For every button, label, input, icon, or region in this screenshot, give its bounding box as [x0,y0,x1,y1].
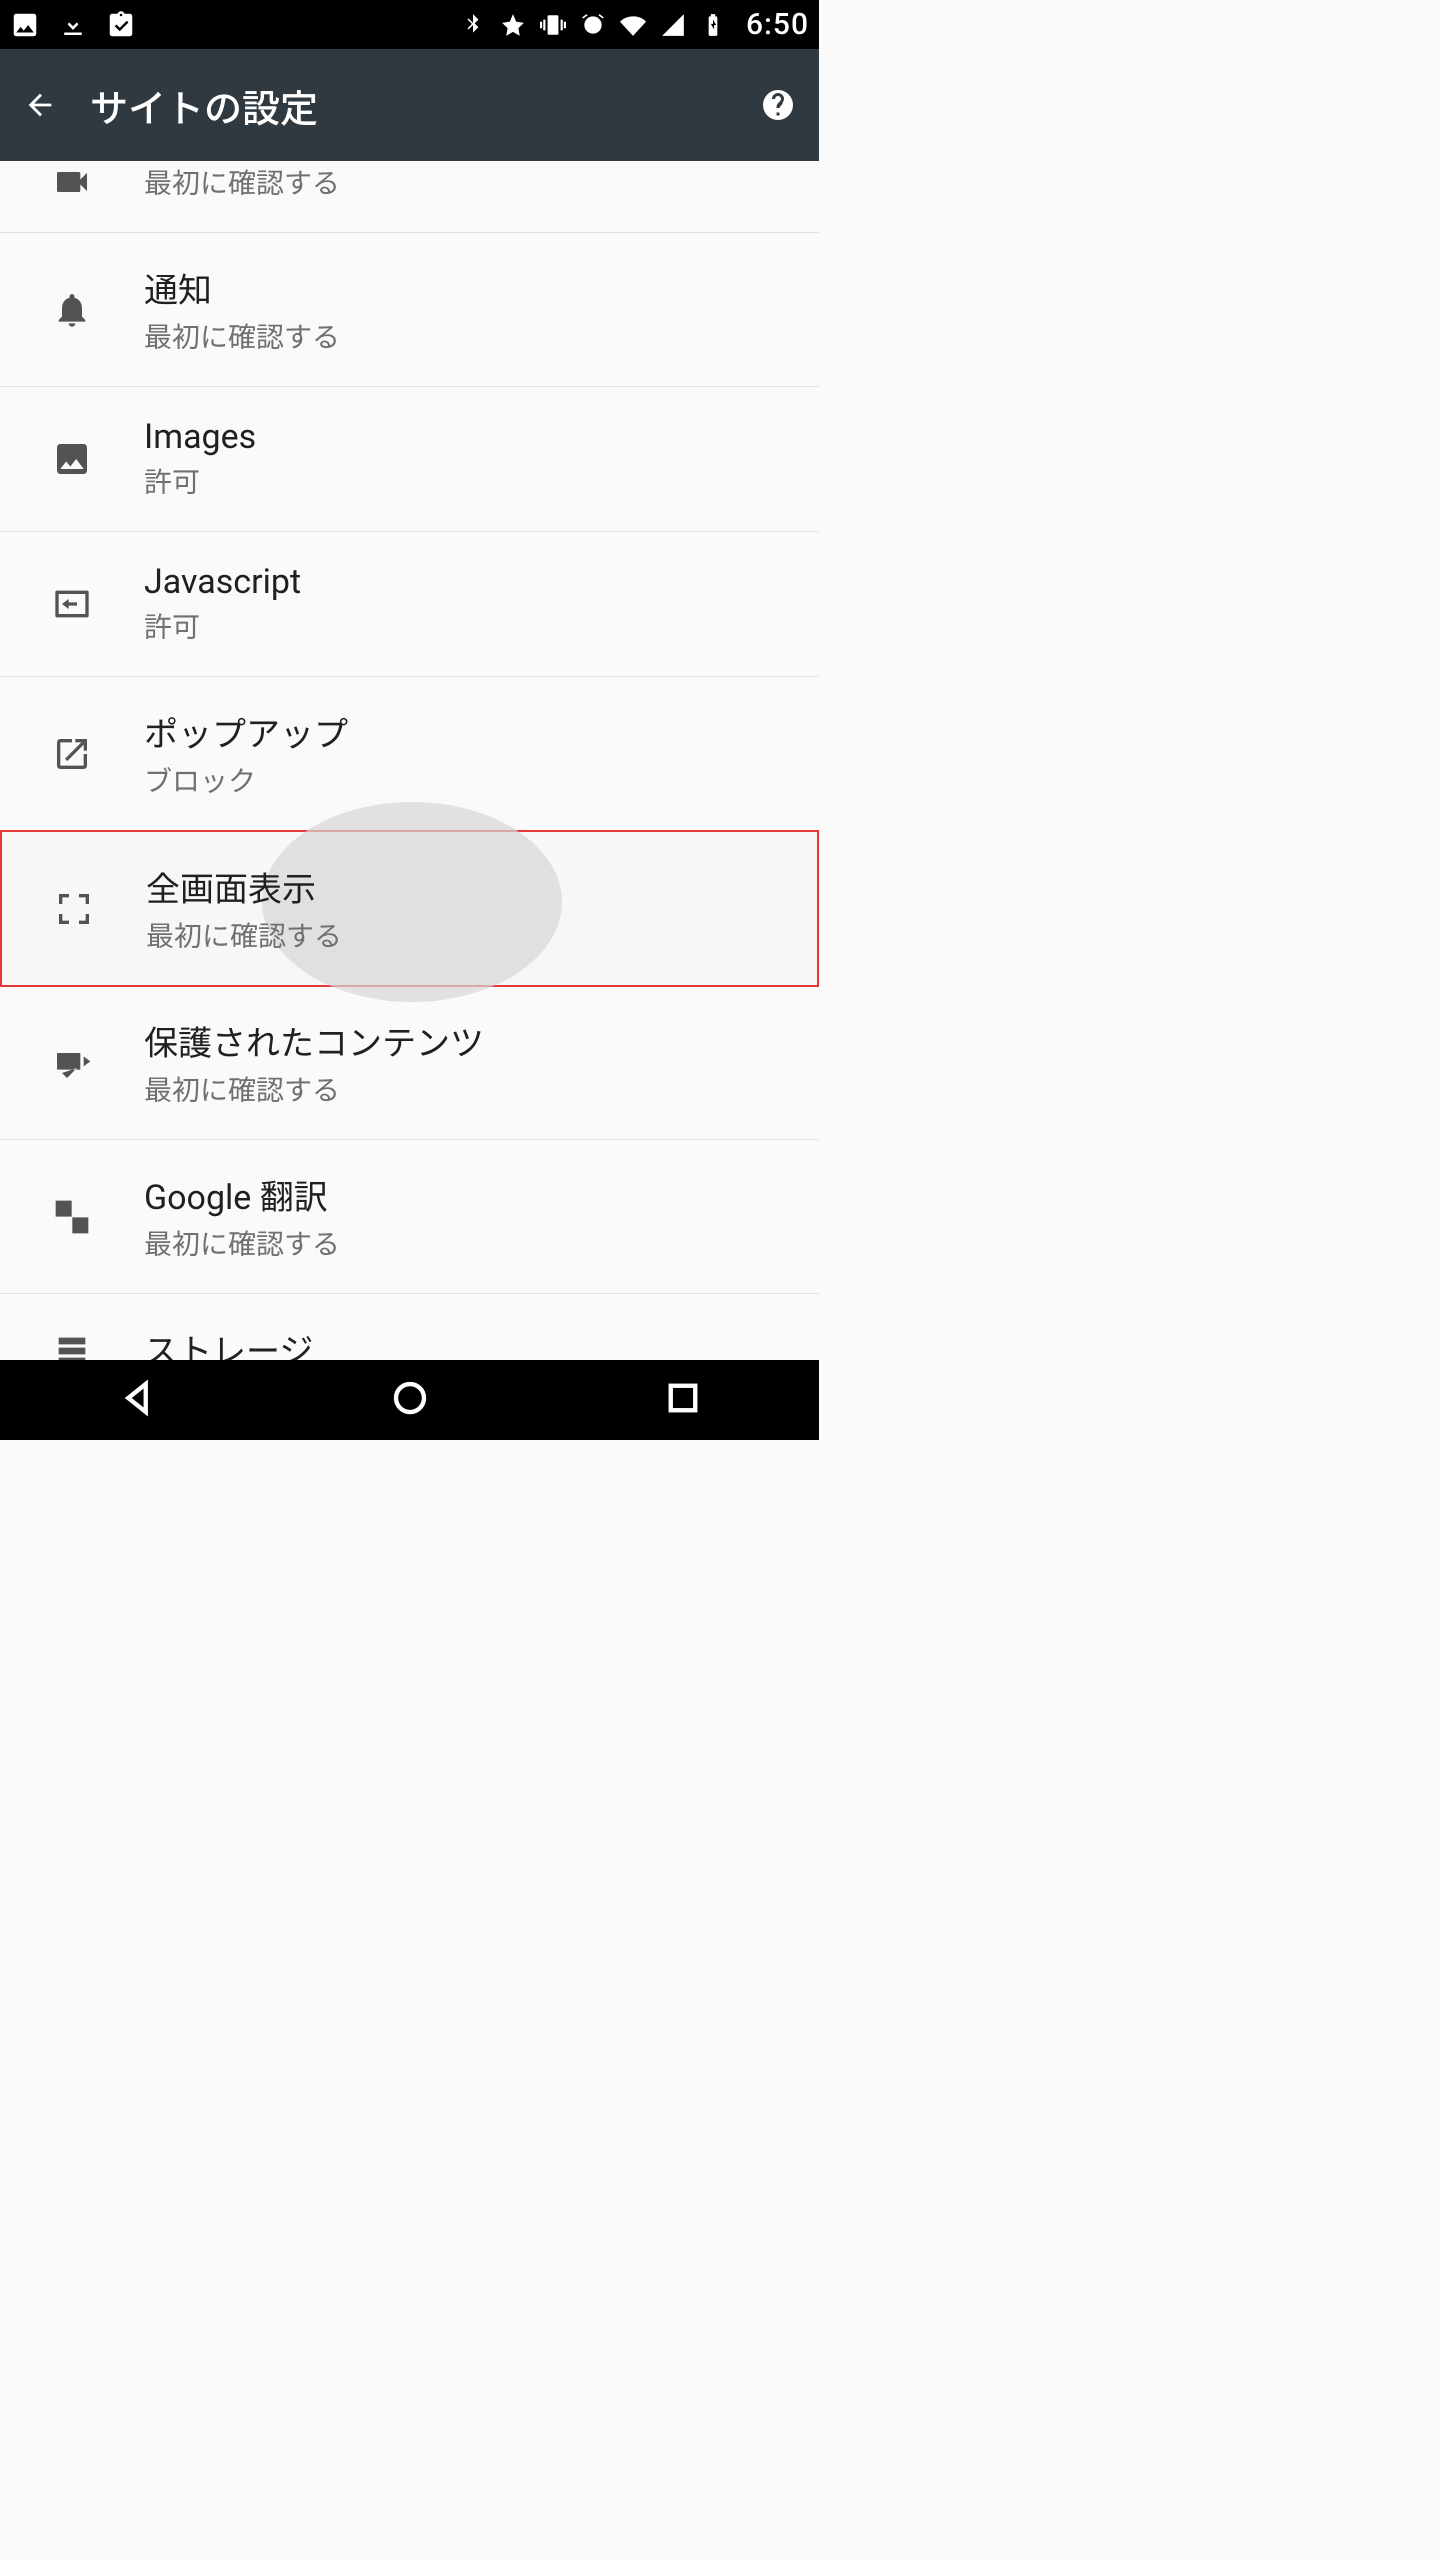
setting-title: 全画面表示 [146,862,817,911]
arrow-left-icon [23,88,57,122]
camera-icon [52,162,92,202]
storage-icon [52,1331,92,1361]
setting-subtitle: 最初に確認する [146,915,817,955]
setting-subtitle: ブロック [144,760,819,800]
site-setting-javascript[interactable]: Javascript 許可 [0,532,819,677]
site-setting-storage[interactable]: ストレージ [0,1294,819,1360]
clipboard-check-icon [106,10,136,40]
setting-title: Google 翻訳 [144,1170,819,1219]
setting-subtitle: 許可 [144,606,819,646]
setting-subtitle: 最初に確認する [144,162,819,202]
site-setting-camera[interactable]: 最初に確認する [0,161,819,233]
back-button[interactable] [20,85,60,125]
app-bar: サイトの設定 [0,49,819,161]
nav-back-button[interactable] [116,1377,158,1423]
site-setting-notifications[interactable]: 通知 最初に確認する [0,233,819,387]
status-time: 6:50 [746,7,809,42]
nav-home-button[interactable] [389,1377,431,1423]
circle-home-icon [389,1377,431,1419]
site-setting-popups[interactable]: ポップアップ ブロック [0,677,819,831]
square-recent-icon [662,1377,704,1419]
input-icon [52,584,92,624]
site-setting-protected-content[interactable]: 保護されたコンテンツ 最初に確認する [0,986,819,1140]
setting-title: 保護されたコンテンツ [144,1016,819,1065]
download-icon [58,10,88,40]
page-title: サイトの設定 [90,78,757,133]
image-icon [52,439,92,479]
triangle-back-icon [116,1377,158,1419]
setting-title: ストレージ [144,1324,819,1360]
setting-subtitle: 許可 [144,461,819,501]
picture-icon [10,10,40,40]
translate-icon [52,1197,92,1237]
open-in-new-icon [52,734,92,774]
bell-icon [52,290,92,330]
wifi-icon [620,12,646,38]
cell-signal-icon [660,12,686,38]
setting-subtitle: 最初に確認する [144,1069,819,1109]
setting-title: Images [144,417,819,457]
help-icon [760,87,796,123]
bluetooth-icon [460,12,486,38]
setting-title: Javascript [144,562,819,602]
status-bar: 6:50 [0,0,819,49]
battery-charging-icon [700,12,726,38]
settings-list: 最初に確認する 通知 最初に確認する Images 許可 Javascript … [0,161,819,1360]
setting-subtitle: 最初に確認する [144,1223,819,1263]
fullscreen-icon [54,889,94,929]
navigation-bar [0,1360,819,1440]
site-setting-fullscreen[interactable]: 全画面表示 最初に確認する [0,830,819,987]
alarm-icon [580,12,606,38]
site-setting-images[interactable]: Images 許可 [0,387,819,532]
nav-recent-button[interactable] [662,1377,704,1423]
star-icon [500,12,526,38]
setting-title: ポップアップ [144,707,819,756]
help-button[interactable] [757,84,799,126]
vibrate-icon [540,12,566,38]
setting-subtitle: 最初に確認する [144,316,819,356]
setting-title: 通知 [144,263,819,312]
site-setting-google-translate[interactable]: Google 翻訳 最初に確認する [0,1140,819,1294]
protected-content-icon [52,1043,92,1083]
